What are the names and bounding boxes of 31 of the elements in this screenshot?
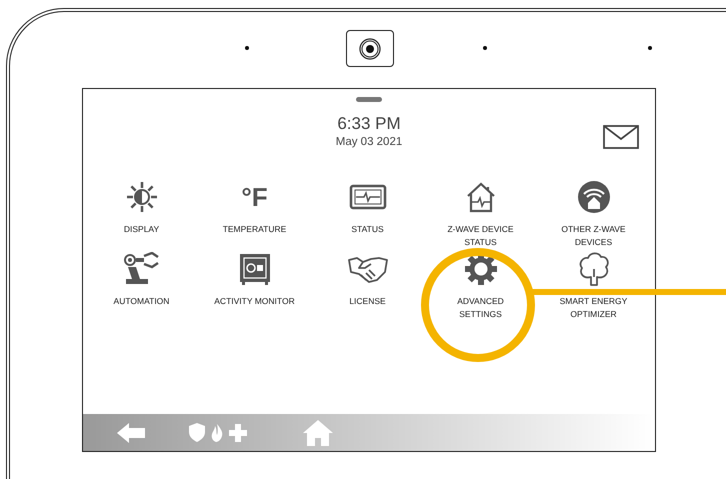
clock-date: May 03 2021 xyxy=(336,136,402,148)
fahrenheit-symbol[interactable]: °F xyxy=(241,184,268,210)
tree-icon xyxy=(576,251,610,287)
tile-label[interactable]: LICENSE xyxy=(349,295,386,308)
lens-icon xyxy=(359,38,381,60)
handshake-icon xyxy=(346,254,388,284)
tile-label[interactable]: Z-WAVE DEVICE STATUS xyxy=(447,223,514,249)
pull-down-handle[interactable] xyxy=(356,97,382,102)
flame-icon[interactable] xyxy=(211,424,223,442)
brightness-icon xyxy=(124,180,158,214)
mail-icon[interactable] xyxy=(603,125,639,149)
sensor-dot xyxy=(648,46,652,50)
back-arrow-icon[interactable] xyxy=(117,422,145,442)
home-icon[interactable] xyxy=(303,420,333,446)
tile-label[interactable]: TEMPERATURE xyxy=(222,223,286,236)
safe-icon xyxy=(238,252,272,286)
shield-icon[interactable] xyxy=(189,423,205,442)
robot-arm-icon xyxy=(122,252,162,286)
tile-label[interactable]: ADVANCED SETTINGS xyxy=(457,295,504,321)
tile-label[interactable]: OTHER Z-WAVE DEVICES xyxy=(561,223,626,249)
tile-label[interactable]: ACTIVITY MONITOR xyxy=(214,295,295,308)
tile-label[interactable]: STATUS xyxy=(351,223,384,236)
sensor-dot xyxy=(483,46,487,50)
tile-label[interactable]: SMART ENERGY OPTIMIZER xyxy=(560,295,628,321)
clock-time: 6:33 PM xyxy=(337,114,401,134)
wireless-house-icon xyxy=(576,180,610,214)
sensor-dot xyxy=(245,46,249,50)
plus-icon[interactable] xyxy=(229,424,247,442)
tile-label[interactable]: AUTOMATION xyxy=(114,295,170,308)
tile-label[interactable]: DISPLAY xyxy=(124,223,160,236)
monitor-pulse-icon xyxy=(348,182,386,212)
